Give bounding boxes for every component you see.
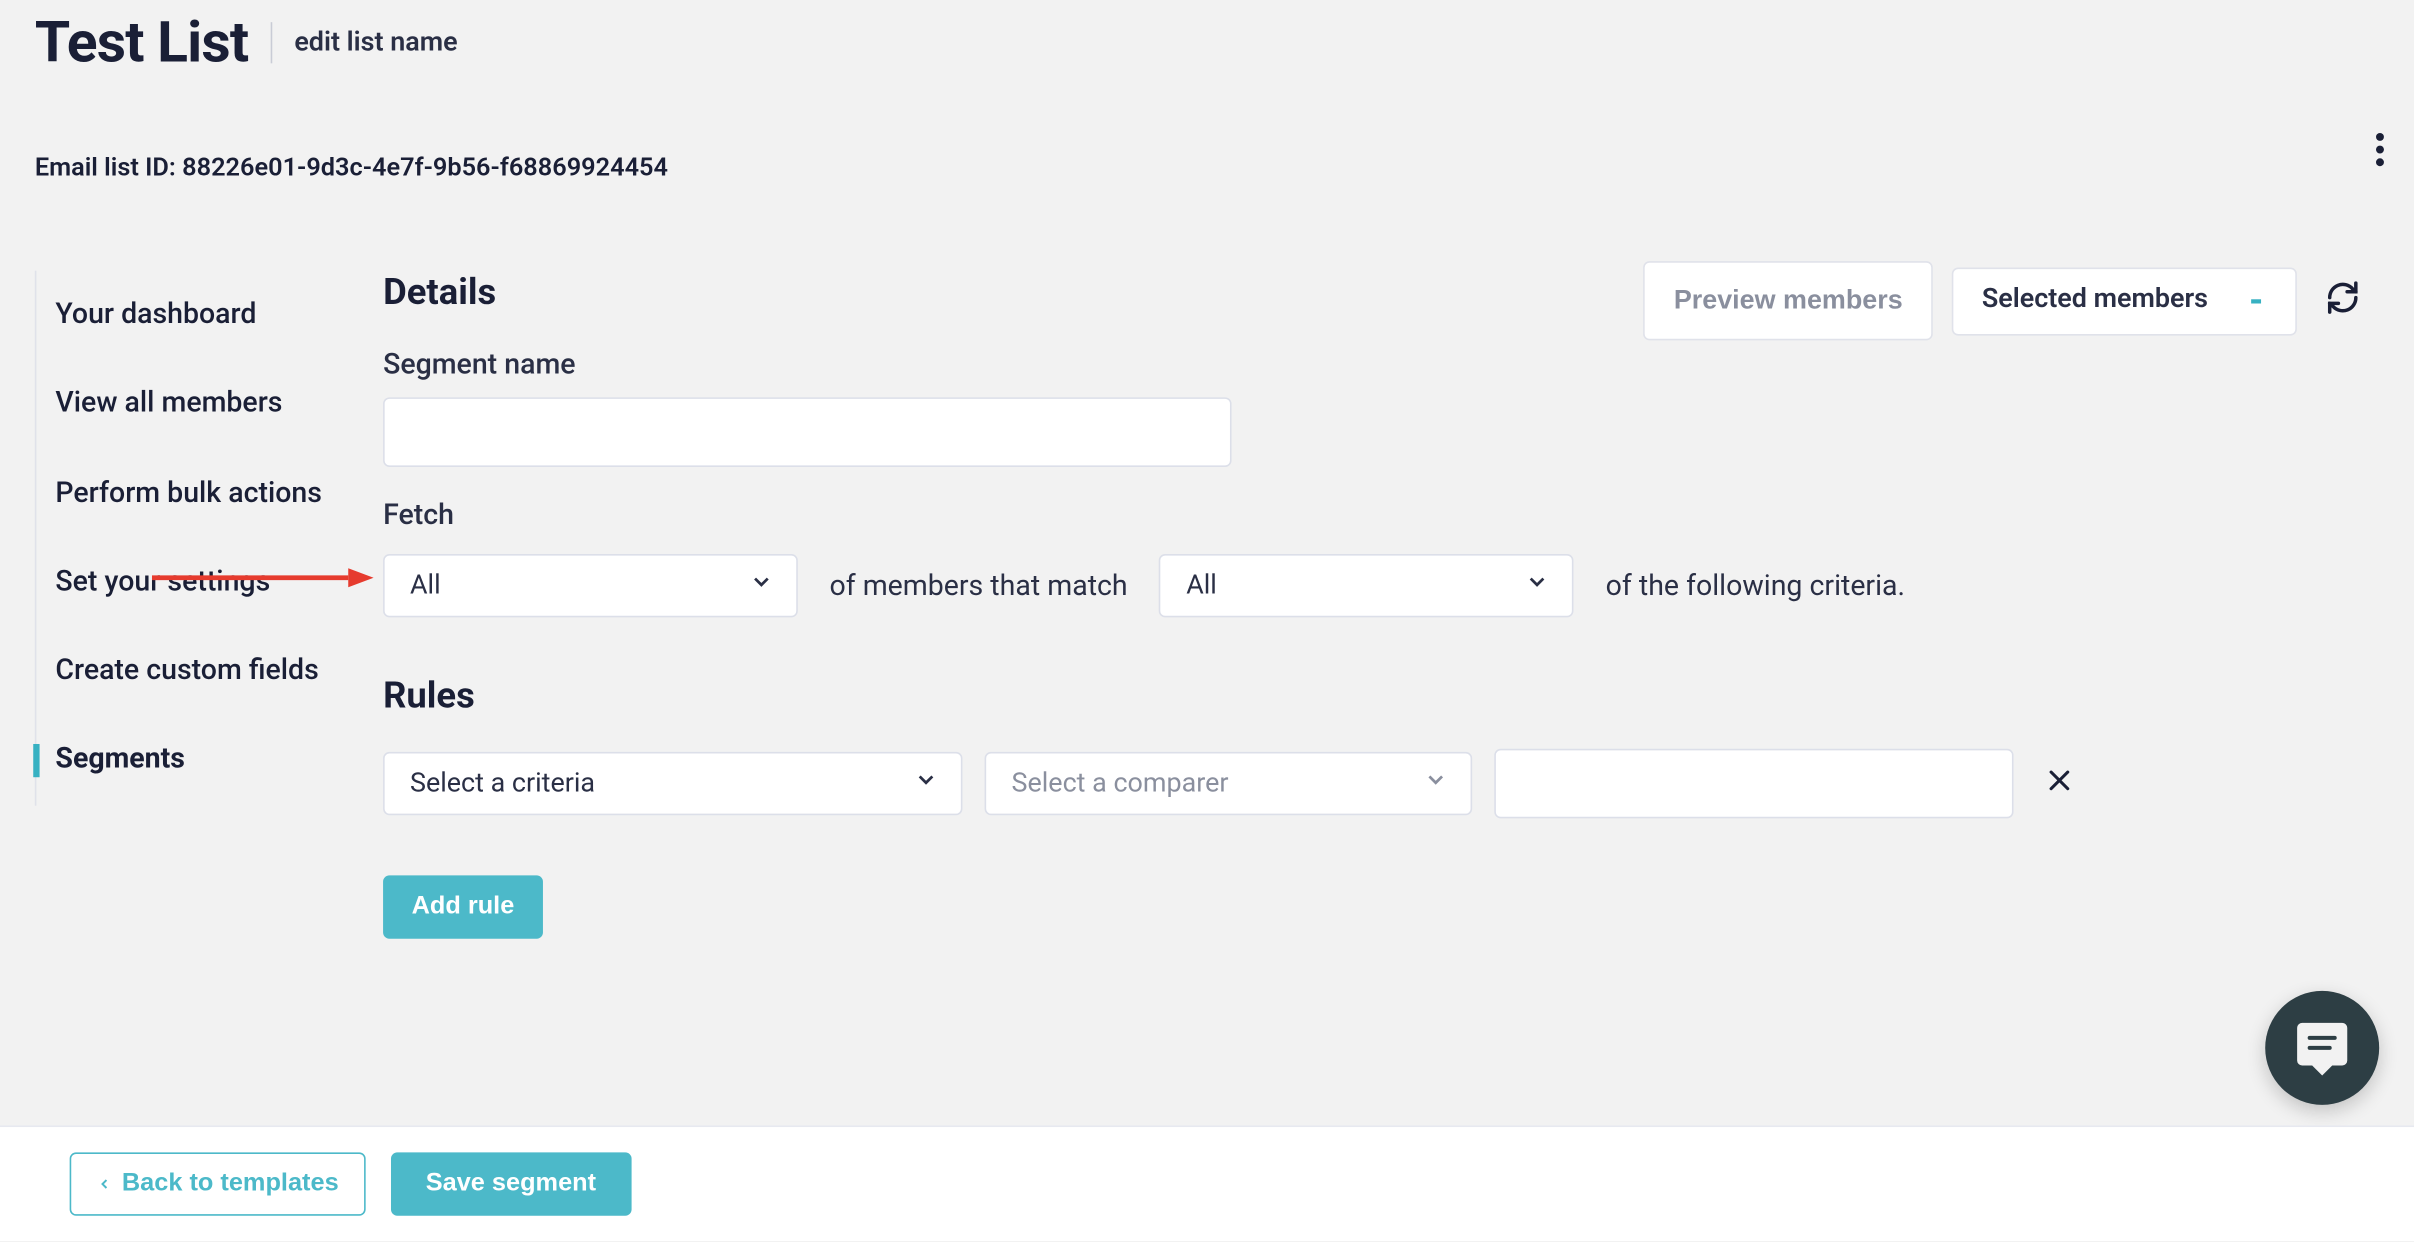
refresh-icon[interactable]: [2325, 280, 2360, 321]
chevron-down-icon: [913, 767, 938, 800]
chevron-down-icon: [1423, 767, 1448, 800]
fetch-scope-value: All: [410, 570, 441, 602]
sidebar: Your dashboard View all members Perform …: [35, 271, 348, 806]
add-rule-button[interactable]: Add rule: [383, 875, 543, 938]
fetch-text-2: of the following criteria.: [1606, 569, 1905, 602]
back-to-templates-button[interactable]: Back to templates: [70, 1152, 366, 1215]
selected-members-label: Selected members: [1982, 284, 2208, 318]
sidebar-item-bulk-actions[interactable]: Perform bulk actions: [55, 449, 348, 538]
edit-list-name-link[interactable]: edit list name: [294, 27, 457, 59]
rule-value-input[interactable]: [1494, 749, 2013, 819]
back-label: Back to templates: [122, 1170, 339, 1198]
fetch-text-1: of members that match: [829, 569, 1127, 602]
preview-members-button[interactable]: Preview members: [1644, 261, 1933, 340]
fetch-label: Fetch: [383, 499, 2414, 532]
sidebar-item-dashboard[interactable]: Your dashboard: [55, 271, 348, 360]
sidebar-item-custom-fields[interactable]: Create custom fields: [55, 627, 348, 716]
remove-rule-button[interactable]: [2036, 754, 2083, 813]
save-segment-button[interactable]: Save segment: [391, 1152, 631, 1215]
email-list-id: Email list ID: 88226e01-9d3c-4e7f-9b56-f…: [35, 152, 2379, 182]
fetch-criteria-value: All: [1186, 570, 1217, 602]
chat-fab[interactable]: [2265, 991, 2379, 1105]
page-title: Test List: [35, 9, 249, 75]
selected-members-count: -: [2249, 281, 2267, 321]
footer-bar: Back to templates Save segment: [0, 1125, 2414, 1241]
sidebar-item-segments[interactable]: Segments: [55, 716, 348, 805]
selected-members-box[interactable]: Selected members -: [1952, 267, 2297, 335]
segment-name-input[interactable]: [383, 397, 1231, 467]
chevron-down-icon: [1525, 569, 1550, 602]
chat-icon: [2292, 1018, 2352, 1078]
rule-comparer-placeholder: Select a comparer: [1012, 768, 1229, 800]
rule-criteria-select[interactable]: Select a criteria: [383, 752, 962, 815]
title-divider: [271, 22, 273, 63]
chevron-left-icon: [97, 1175, 113, 1194]
sidebar-item-view-members[interactable]: View all members: [55, 360, 348, 449]
fetch-criteria-select[interactable]: All: [1159, 554, 1574, 617]
fetch-scope-select[interactable]: All: [383, 554, 798, 617]
rule-row: Select a criteria Select a comparer: [383, 749, 2414, 819]
more-menu-button[interactable]: [2360, 130, 2398, 168]
chevron-down-icon: [749, 569, 774, 602]
rule-comparer-select[interactable]: Select a comparer: [985, 752, 1473, 815]
sidebar-item-settings[interactable]: Set your settings: [55, 538, 348, 627]
rule-criteria-placeholder: Select a criteria: [410, 768, 595, 800]
rules-heading: Rules: [383, 674, 2414, 717]
segment-name-label: Segment name: [383, 348, 2414, 381]
